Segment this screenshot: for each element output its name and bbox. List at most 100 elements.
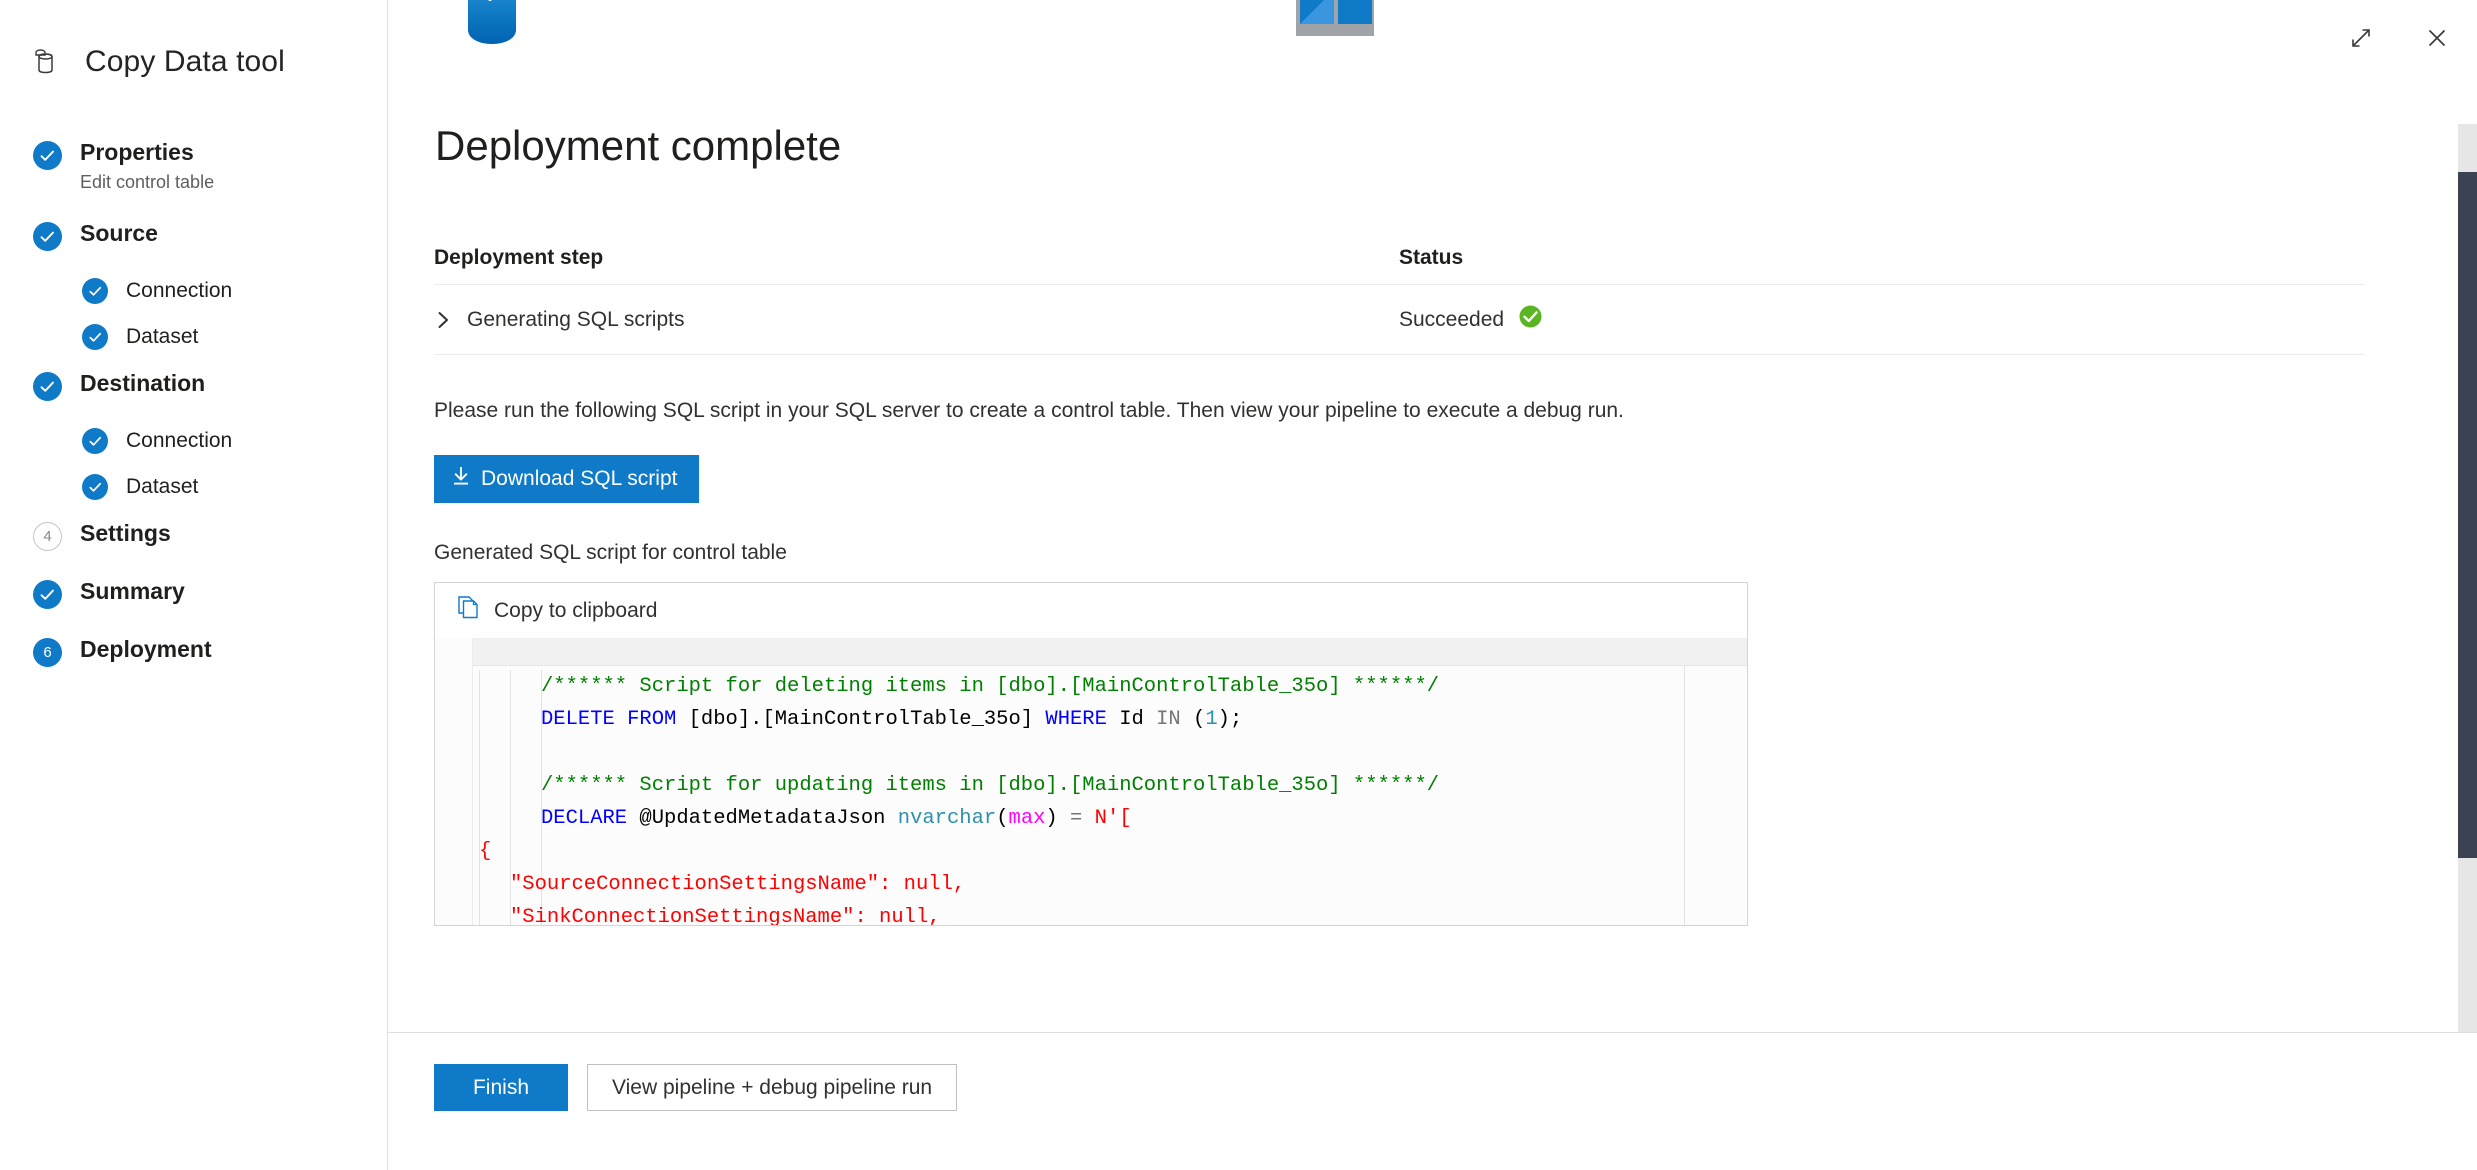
sidebar-item-sublabel: Edit control table (80, 172, 215, 193)
window-controls (2343, 20, 2455, 56)
chevron-right-icon[interactable] (434, 311, 452, 329)
table-row[interactable]: Generating SQL scripts Succeeded (434, 285, 2364, 355)
service-icon-strip (434, 0, 2431, 110)
step-number: 4 (43, 528, 52, 546)
step-status-check-icon (82, 324, 108, 351)
step-status-check-icon (33, 141, 62, 170)
code-token: ( (996, 807, 1009, 831)
sidebar-item-label: Dataset (126, 325, 199, 349)
deployment-step-label: Generating SQL scripts (467, 307, 685, 331)
sidebar-item-label: Connection (126, 429, 233, 453)
copy-to-clipboard-button[interactable]: Copy to clipboard (435, 583, 1747, 639)
code-token: @UpdatedMetadataJson (627, 807, 898, 831)
deployment-steps-table: Deployment step Status Generating SQL sc… (434, 246, 2364, 355)
sidebar-item-settings[interactable]: 4 Settings (0, 519, 387, 552)
code-token: ); (1217, 708, 1243, 732)
code-token: DECLARE (541, 807, 628, 831)
azure-sql-database-icon (446, 0, 538, 50)
copy-pages-icon (457, 595, 481, 626)
close-icon[interactable] (2419, 20, 2455, 56)
sidebar-item-destination[interactable]: Destination (0, 369, 387, 402)
code-token: nvarchar (897, 807, 997, 831)
sidebar-item-label: Destination (80, 370, 206, 397)
step-number-badge: 4 (33, 522, 62, 552)
step-status-check-icon (82, 278, 108, 305)
column-header-deployment-step: Deployment step (434, 246, 604, 269)
code-line: "SourceConnectionSettingsName": null, (479, 868, 1747, 901)
azure-synapse-icon (1294, 0, 1376, 56)
code-token: 1 (1205, 708, 1218, 732)
step-status-check-icon (33, 372, 62, 402)
sidebar-item-label: Summary (80, 578, 185, 605)
sql-script-code-card: Copy to clipboard /****** Script for del… (434, 582, 1748, 927)
sidebar-item-source-connection[interactable]: Connection (0, 277, 387, 305)
finish-button[interactable]: Finish (434, 1064, 568, 1111)
sidebar-item-source-dataset[interactable]: Dataset (0, 323, 387, 351)
generated-script-label: Generated SQL script for control table (434, 541, 787, 565)
code-token: [dbo].[MainControlTable_35o] (676, 708, 1046, 732)
step-number: 6 (43, 644, 52, 662)
app-brand: Copy Data tool (0, 34, 387, 90)
code-line: "SinkConnectionSettingsName": null, (479, 901, 1747, 925)
content-scrollbar-thumb[interactable] (2458, 172, 2477, 858)
sidebar-item-summary[interactable]: Summary (0, 577, 387, 610)
code-token: ) (1045, 807, 1071, 831)
main-panel: Deployment complete Deployment step Stat… (388, 0, 2477, 1170)
code-token: max (1008, 807, 1046, 831)
copy-to-clipboard-label: Copy to clipboard (494, 598, 658, 622)
download-sql-script-button[interactable]: Download SQL script (434, 455, 700, 504)
code-token: DELETE FROM (541, 708, 677, 732)
deployment-step-cell[interactable]: Generating SQL scripts (434, 308, 1399, 332)
view-pipeline-debug-run-button[interactable]: View pipeline + debug pipeline run (587, 1064, 958, 1111)
editor-gutter (435, 638, 473, 926)
step-status-check-icon (82, 428, 108, 455)
sql-code-content: /****** Script for deleting items in [db… (473, 670, 1747, 925)
deployment-status-cell: Succeeded (1399, 304, 2364, 335)
sidebar-item-label: Settings (80, 520, 171, 547)
sidebar-item-destination-dataset[interactable]: Dataset (0, 473, 387, 501)
sidebar-item-label: Source (80, 220, 158, 247)
expand-diagonal-icon[interactable] (2343, 20, 2379, 56)
code-token: "SinkConnectionSettingsName": null, (510, 906, 941, 926)
wizard-sidebar: Copy Data tool Properties Edit control t… (0, 0, 388, 1170)
column-header-status: Status (1399, 246, 1464, 269)
table-header-row: Deployment step Status (434, 246, 2364, 285)
sidebar-item-destination-connection[interactable]: Connection (0, 427, 387, 455)
sidebar-item-source[interactable]: Source (0, 219, 387, 252)
sidebar-item-label: Connection (126, 279, 233, 303)
code-token: ( (1180, 708, 1206, 732)
sidebar-item-deployment[interactable]: 6 Deployment (0, 635, 387, 668)
code-line: DECLARE @UpdatedMetadataJson nvarchar(ma… (479, 802, 1747, 835)
download-sql-script-label: Download SQL script (481, 467, 678, 491)
wizard-steps: Properties Edit control table Source Con… (0, 138, 387, 668)
code-token: N'[ (1094, 807, 1132, 831)
step-status-check-icon (33, 222, 62, 252)
sql-code-editor[interactable]: /****** Script for deleting items in [db… (435, 638, 1747, 926)
instruction-text: Please run the following SQL script in y… (434, 399, 1624, 422)
sidebar-item-label: Dataset (126, 475, 199, 499)
code-token: /****** Script for deleting items in [db… (541, 675, 1440, 699)
code-line: /****** Script for deleting items in [db… (479, 670, 1747, 703)
code-line: { (479, 835, 1747, 868)
code-line: /****** Script for updating items in [db… (479, 769, 1747, 802)
code-token: = (1070, 807, 1083, 831)
content-scroll-area: Deployment complete Deployment step Stat… (388, 0, 2477, 1032)
code-token: "SourceConnectionSettingsName": null, (510, 873, 966, 897)
code-token: Id (1106, 708, 1157, 732)
code-token: WHERE (1045, 708, 1107, 732)
editor-body[interactable]: /****** Script for deleting items in [db… (473, 638, 1747, 926)
code-token: /****** Script for updating items in [db… (541, 774, 1440, 798)
editor-top-strip (473, 638, 1747, 667)
page-title: Deployment complete (435, 122, 842, 169)
check-circle-green-icon (1518, 304, 1543, 335)
app-title: Copy Data tool (85, 45, 285, 78)
content-scrollbar-track[interactable] (2458, 124, 2477, 1032)
sidebar-item-properties[interactable]: Properties Edit control table (0, 138, 387, 193)
wizard-footer: Finish View pipeline + debug pipeline ru… (388, 1032, 2477, 1170)
sidebar-item-label: Properties (80, 139, 194, 165)
sidebar-item-label: Deployment (80, 636, 212, 663)
step-status-check-icon (82, 474, 108, 501)
copy-data-tool-window: Copy Data tool Properties Edit control t… (0, 0, 2477, 1170)
